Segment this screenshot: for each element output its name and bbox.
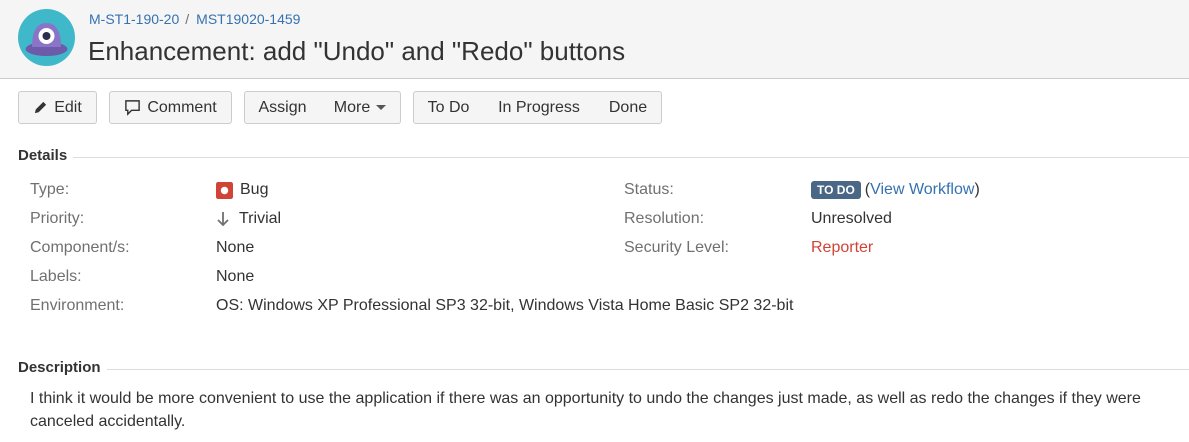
status-label: Status: xyxy=(624,181,674,198)
type-value-text: Bug xyxy=(240,181,269,198)
assign-button-label: Assign xyxy=(258,98,307,116)
todo-button-label: To Do xyxy=(427,98,470,116)
issue-header: M-ST1-190-20 / MST19020-1459 Enhancement: … xyxy=(0,0,1189,79)
description-text[interactable]: I think it would be more convenient to u… xyxy=(30,387,1170,433)
breadcrumb: M-ST1-190-20 / MST19020-1459 xyxy=(89,11,300,27)
components-value: None xyxy=(216,239,255,256)
breadcrumb-project-link[interactable]: M-ST1-190-20 xyxy=(89,11,179,27)
todo-button[interactable]: To Do xyxy=(413,91,484,124)
resolution-label: Resolution: xyxy=(624,210,705,227)
pencil-icon xyxy=(35,101,47,114)
in-progress-button-label: In Progress xyxy=(498,98,580,116)
environment-value: OS: Windows XP Professional SP3 32-bit, … xyxy=(216,297,794,314)
details-divider xyxy=(18,157,1189,158)
priority-value-text: Trivial xyxy=(239,210,282,227)
edit-button[interactable]: Edit xyxy=(18,91,97,124)
bug-icon xyxy=(216,181,233,199)
view-workflow-link[interactable]: View Workflow xyxy=(870,181,974,199)
comment-button-label: Comment xyxy=(147,98,217,116)
security-level-label: Security Level: xyxy=(624,239,729,256)
security-level-value[interactable]: Reporter xyxy=(811,239,873,257)
more-button[interactable]: More xyxy=(320,91,401,124)
edit-button-label: Edit xyxy=(54,98,82,116)
environment-label: Environment: xyxy=(30,297,125,314)
components-label: Component/s: xyxy=(30,239,130,256)
status-value: TO DO (View Workflow) xyxy=(811,181,980,199)
labels-value[interactable]: None xyxy=(216,268,254,286)
status-badge: TO DO xyxy=(811,181,861,199)
more-button-label: More xyxy=(333,98,371,116)
comment-icon xyxy=(125,100,141,116)
in-progress-button[interactable]: In Progress xyxy=(483,91,596,124)
priority-label: Priority: xyxy=(30,210,85,227)
breadcrumb-separator: / xyxy=(185,11,190,27)
description-divider xyxy=(18,369,1189,370)
priority-value: Trivial xyxy=(216,210,281,228)
project-avatar-icon[interactable] xyxy=(18,9,75,66)
arrow-down-icon xyxy=(217,212,229,227)
type-label: Type: xyxy=(30,181,70,198)
done-button-label: Done xyxy=(608,98,648,116)
resolution-value: Unresolved xyxy=(811,210,892,227)
done-button[interactable]: Done xyxy=(595,91,662,124)
comment-button[interactable]: Comment xyxy=(109,91,232,124)
breadcrumb-issue-link[interactable]: MST19020-1459 xyxy=(196,11,300,27)
description-heading[interactable]: Description xyxy=(18,359,107,376)
page-title: Enhancement: add "Undo" and "Redo" butto… xyxy=(88,36,626,66)
details-heading[interactable]: Details xyxy=(18,147,74,164)
assign-button[interactable]: Assign xyxy=(244,91,321,124)
labels-label: Labels: xyxy=(30,268,82,285)
type-value: Bug xyxy=(216,181,268,199)
caret-down-icon xyxy=(376,104,387,110)
